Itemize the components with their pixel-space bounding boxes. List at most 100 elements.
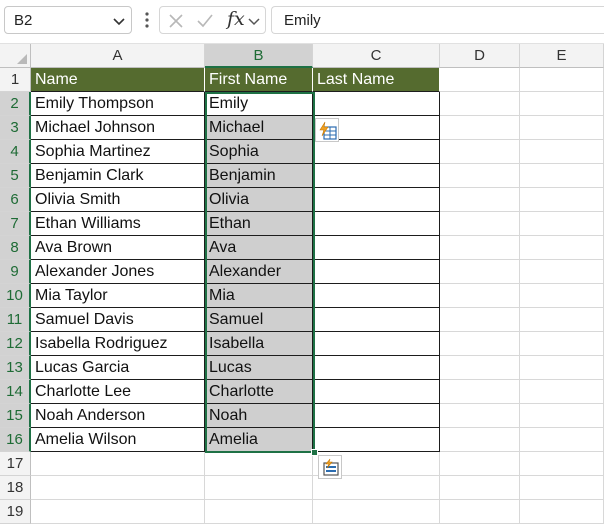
column-header-a[interactable]: A	[31, 44, 205, 68]
row-header-19[interactable]: 19	[0, 500, 31, 524]
cell-empty[interactable]	[440, 308, 520, 332]
cell-empty[interactable]	[440, 476, 520, 500]
cell-c8[interactable]	[313, 236, 440, 260]
cell-c9[interactable]	[313, 260, 440, 284]
cell-empty[interactable]	[440, 356, 520, 380]
row-header-8[interactable]: 8	[0, 236, 31, 260]
cell-b12[interactable]: Isabella	[205, 332, 313, 356]
cell-a4[interactable]: Sophia Martinez	[31, 140, 205, 164]
cell-b10[interactable]: Mia	[205, 284, 313, 308]
row-header-14[interactable]: 14	[0, 380, 31, 404]
cell-a2[interactable]: Emily Thompson	[31, 92, 205, 116]
row-header-3[interactable]: 3	[0, 116, 31, 140]
formula-input[interactable]: Emily	[271, 6, 604, 34]
cell-a11[interactable]: Samuel Davis	[31, 308, 205, 332]
enter-check-icon[interactable]	[196, 12, 214, 30]
cell-empty[interactable]	[313, 500, 440, 524]
cell-empty[interactable]	[440, 428, 520, 452]
cell-a15[interactable]: Noah Anderson	[31, 404, 205, 428]
column-header-c[interactable]: C	[313, 44, 440, 68]
cell-empty[interactable]	[520, 236, 604, 260]
cell-empty[interactable]	[520, 284, 604, 308]
row-header-5[interactable]: 5	[0, 164, 31, 188]
cell-a16[interactable]: Amelia Wilson	[31, 428, 205, 452]
cell-empty[interactable]	[520, 116, 604, 140]
cell-empty[interactable]	[440, 332, 520, 356]
cell-empty[interactable]	[440, 500, 520, 524]
cell-empty[interactable]	[520, 428, 604, 452]
cell-empty[interactable]	[440, 236, 520, 260]
cell-empty[interactable]	[520, 188, 604, 212]
cell-b3[interactable]: Michael	[205, 116, 313, 140]
cell-b7[interactable]: Ethan	[205, 212, 313, 236]
cell-c6[interactable]	[313, 188, 440, 212]
chevron-down-icon[interactable]	[247, 12, 261, 30]
row-header-9[interactable]: 9	[0, 260, 31, 284]
select-all-corner[interactable]	[0, 44, 31, 68]
cell-empty[interactable]	[205, 476, 313, 500]
cell-empty[interactable]	[440, 212, 520, 236]
cell-empty[interactable]	[440, 140, 520, 164]
cell-empty[interactable]	[520, 500, 604, 524]
cell-b4[interactable]: Sophia	[205, 140, 313, 164]
more-options-icon[interactable]	[139, 9, 155, 31]
cell-b2[interactable]: Emily	[205, 92, 313, 116]
row-header-4[interactable]: 4	[0, 140, 31, 164]
cell-c12[interactable]	[313, 332, 440, 356]
cell-empty[interactable]	[520, 308, 604, 332]
cell-empty[interactable]	[520, 452, 604, 476]
row-header-6[interactable]: 6	[0, 188, 31, 212]
chevron-down-icon[interactable]	[111, 13, 127, 29]
cell-empty[interactable]	[313, 476, 440, 500]
cell-c10[interactable]	[313, 284, 440, 308]
cell-empty[interactable]	[520, 260, 604, 284]
row-header-17[interactable]: 17	[0, 452, 31, 476]
cell-empty[interactable]	[520, 476, 604, 500]
row-header-13[interactable]: 13	[0, 356, 31, 380]
row-header-1[interactable]: 1	[0, 68, 31, 92]
column-header-d[interactable]: D	[440, 44, 520, 68]
row-header-10[interactable]: 10	[0, 284, 31, 308]
column-header-b[interactable]: B	[205, 44, 313, 68]
cell-empty[interactable]	[520, 332, 604, 356]
cell-empty[interactable]	[520, 212, 604, 236]
fill-handle[interactable]	[311, 449, 318, 456]
cell-empty[interactable]	[520, 140, 604, 164]
cell-empty[interactable]	[440, 188, 520, 212]
cell-empty[interactable]	[520, 92, 604, 116]
row-header-12[interactable]: 12	[0, 332, 31, 356]
cell-c11[interactable]	[313, 308, 440, 332]
cell-empty[interactable]	[440, 284, 520, 308]
header-cell-c[interactable]: Last Name	[313, 68, 440, 92]
cell-b11[interactable]: Samuel	[205, 308, 313, 332]
row-header-11[interactable]: 11	[0, 308, 31, 332]
cell-c2[interactable]	[313, 92, 440, 116]
cell-empty[interactable]	[520, 380, 604, 404]
cell-a9[interactable]: Alexander Jones	[31, 260, 205, 284]
cell-a10[interactable]: Mia Taylor	[31, 284, 205, 308]
row-header-18[interactable]: 18	[0, 476, 31, 500]
cell-c4[interactable]	[313, 140, 440, 164]
cell-b9[interactable]: Alexander	[205, 260, 313, 284]
cell-empty[interactable]	[440, 116, 520, 140]
column-header-e[interactable]: E	[520, 44, 604, 68]
row-header-2[interactable]: 2	[0, 92, 31, 116]
cancel-icon[interactable]	[167, 12, 185, 30]
insert-function-button[interactable]: fx	[227, 8, 245, 30]
cell-a13[interactable]: Lucas Garcia	[31, 356, 205, 380]
cell-empty[interactable]	[440, 92, 520, 116]
cell-empty[interactable]	[440, 380, 520, 404]
cell-b5[interactable]: Benjamin	[205, 164, 313, 188]
cell-a8[interactable]: Ava Brown	[31, 236, 205, 260]
cell-empty[interactable]	[31, 452, 205, 476]
cell-empty[interactable]	[520, 404, 604, 428]
cell-empty[interactable]	[440, 404, 520, 428]
row-header-15[interactable]: 15	[0, 404, 31, 428]
name-box[interactable]: B2	[4, 6, 132, 34]
cell-b14[interactable]: Charlotte	[205, 380, 313, 404]
cell-a7[interactable]: Ethan Williams	[31, 212, 205, 236]
cell-empty[interactable]	[520, 68, 604, 92]
cell-empty[interactable]	[440, 164, 520, 188]
cell-empty[interactable]	[205, 452, 313, 476]
cell-b13[interactable]: Lucas	[205, 356, 313, 380]
